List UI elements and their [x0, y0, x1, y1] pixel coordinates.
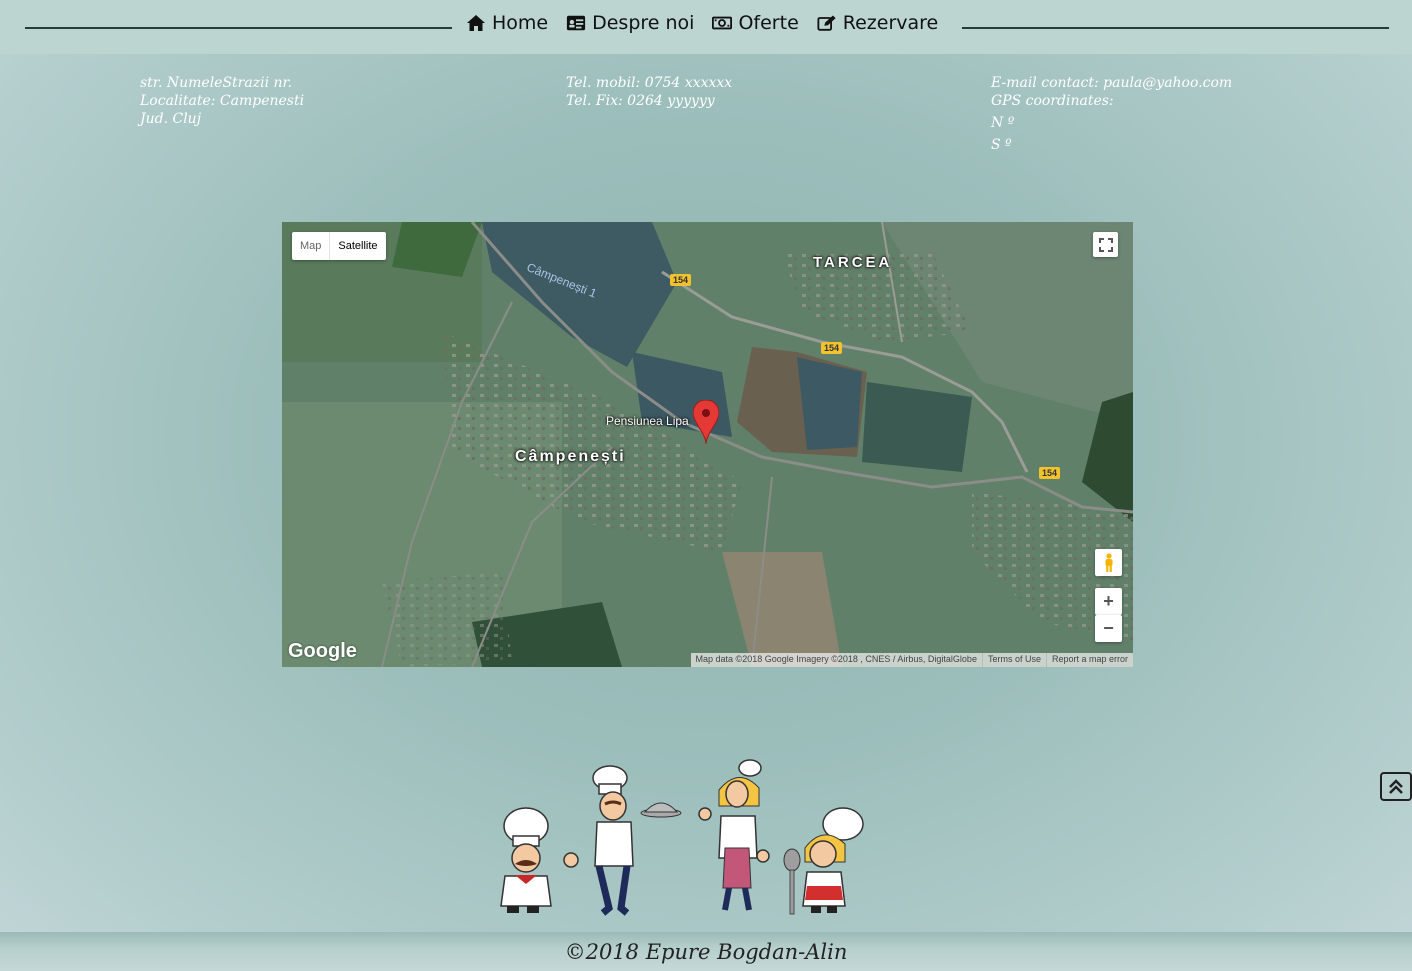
contact-email: E-mail contact: paula@yahoo.com	[991, 75, 1233, 91]
fullscreen-button[interactable]	[1093, 232, 1118, 257]
contact-email-gps: E-mail contact: paula@yahoo.com GPS coor…	[991, 74, 1232, 154]
nav-item-despre-noi[interactable]: Despre noi	[566, 12, 694, 34]
nav-item-rezervare-label: Rezervare	[842, 12, 939, 34]
road-badge-154-b: 154	[821, 342, 843, 354]
gps-south: S º	[991, 137, 1012, 153]
nav-menu: Home Despre noi Oferte Rezervare	[466, 12, 938, 34]
phone-mobile: Tel. mobil: 0754 xxxxxx	[566, 75, 733, 91]
zoom-out-button[interactable]: −	[1095, 615, 1122, 642]
street-view-pegman-button[interactable]	[1095, 549, 1122, 576]
contact-phones: Tel. mobil: 0754 xxxxxx Tel. Fix: 0264 y…	[566, 74, 732, 110]
nav-item-rezervare[interactable]: Rezervare	[817, 12, 938, 34]
nav-divider-right	[962, 27, 1389, 29]
map-data-credit: Map data ©2018 Google Imagery ©2018 , CN…	[695, 654, 977, 664]
chef-woman-figure	[698, 759, 770, 911]
map-type-map-button[interactable]: Map	[292, 232, 331, 260]
address-locality: Localitate: Campenesti	[140, 93, 305, 109]
map-label-tarcea: TARCEA	[813, 254, 893, 271]
home-icon	[466, 13, 486, 33]
map-label-pensiunea[interactable]: Pensiunea Lipa	[606, 414, 689, 428]
gps-label: GPS coordinates:	[991, 93, 1114, 109]
chef-mustache-figure	[500, 807, 579, 913]
address-street: str. NumeleStrazii nr.	[140, 75, 293, 91]
money-bill-icon	[712, 13, 733, 33]
nav-item-home-label: Home	[492, 12, 549, 34]
address-county: Jud. Cluj	[140, 111, 202, 127]
nav-item-home[interactable]: Home	[466, 12, 548, 34]
chefs-illustration	[500, 759, 864, 916]
terms-of-use-link[interactable]: Terms of Use	[981, 653, 1046, 667]
map-marker-pin-icon[interactable]	[692, 399, 720, 448]
report-map-error-link[interactable]: Report a map error	[1045, 653, 1133, 667]
page-footer: ©2018 Epure Bogdan-Alin	[0, 932, 1412, 971]
pegman-icon	[1105, 552, 1112, 572]
fullscreen-icon	[1098, 237, 1113, 252]
google-logo[interactable]: Google	[288, 640, 357, 663]
nav-item-despre-noi-label: Despre noi	[592, 12, 695, 34]
scroll-to-top-button[interactable]	[1380, 772, 1412, 801]
chef-girl-spoon-figure	[783, 807, 864, 915]
road-badge-154-c: 154	[1039, 467, 1061, 479]
nav-item-oferte[interactable]: Oferte	[712, 12, 799, 34]
map-type-control: Map Satellite	[292, 232, 386, 260]
map-attribution: Map data ©2018 Google Imagery ©2018 , CN…	[690, 653, 1133, 667]
id-card-icon	[566, 13, 586, 33]
edit-icon	[817, 13, 837, 33]
top-navbar: Home Despre noi Oferte Rezervare	[0, 0, 1412, 54]
footer-copyright: ©2018 Epure Bogdan-Alin	[564, 939, 848, 964]
gps-north: N º	[991, 115, 1015, 131]
double-chevron-up-icon	[1389, 778, 1403, 794]
map-type-satellite-button[interactable]: Satellite	[330, 232, 385, 260]
google-map[interactable]: Câmpenești 1 TARCEA Câmpenești Pensiunea…	[282, 222, 1133, 667]
zoom-in-button[interactable]: +	[1095, 588, 1122, 615]
map-label-campenesti: Câmpenești	[515, 448, 626, 465]
chef-tray-figure	[592, 765, 682, 916]
road-badge-154: 154	[670, 274, 692, 286]
nav-divider-left	[25, 27, 452, 29]
phone-fixed: Tel. Fix: 0264 yyyyyy	[566, 93, 715, 109]
contact-address: str. NumeleStrazii nr. Localitate: Campe…	[140, 74, 304, 128]
nav-item-oferte-label: Oferte	[738, 12, 799, 34]
